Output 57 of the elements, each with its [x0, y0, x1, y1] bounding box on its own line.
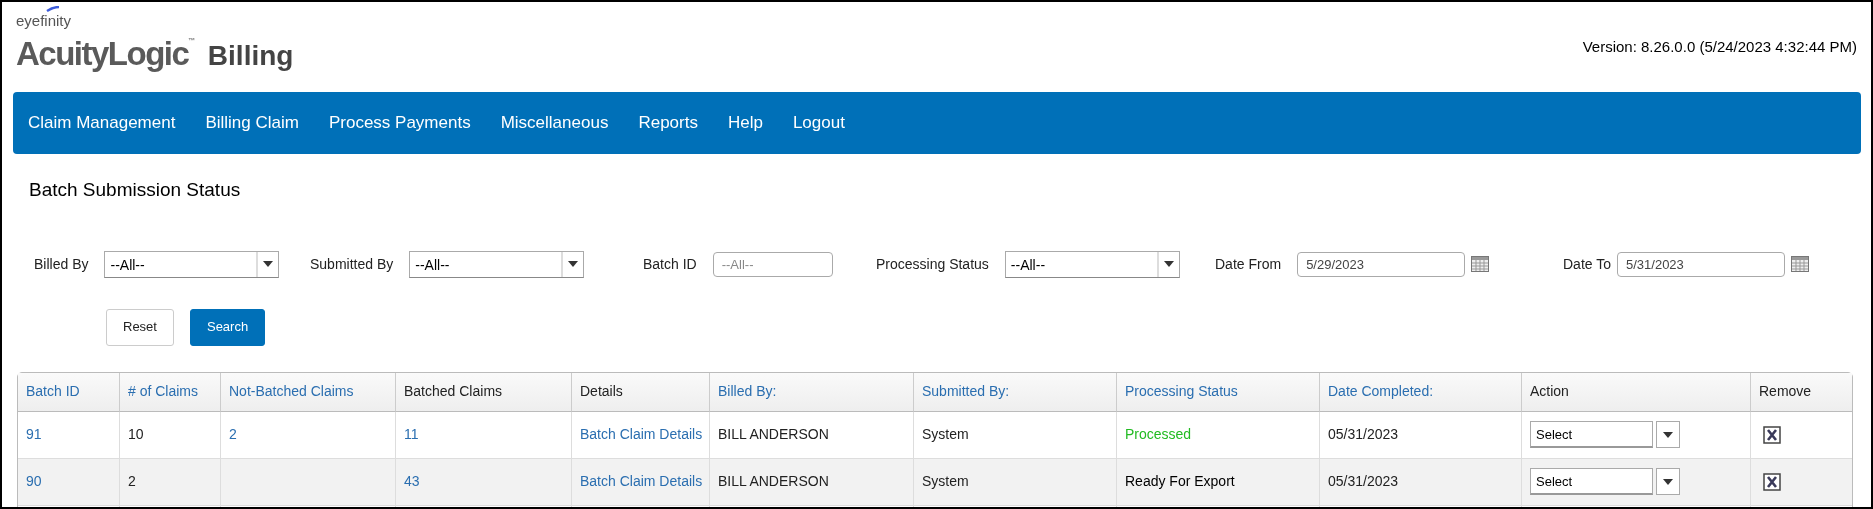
- caret-icon: [568, 261, 579, 267]
- caret-icon: [1663, 431, 1673, 438]
- nav-link[interactable]: Help: [727, 110, 776, 136]
- date-field[interactable]: 5/29/2023: [1297, 251, 1466, 277]
- table-cell: BILL ANDERSON: [718, 426, 829, 442]
- nav-link[interactable]: Reports: [638, 110, 711, 136]
- column-header: Remove: [1759, 383, 1812, 399]
- table-cell: BILL ANDERSON: [718, 473, 829, 489]
- caret-icon: [263, 261, 274, 267]
- app-title: Billing: [207, 41, 294, 70]
- batch-link[interactable]: 91: [26, 426, 42, 442]
- input-field[interactable]: --All--: [712, 251, 833, 277]
- table-cell: System: [922, 426, 969, 442]
- table-cell: 2: [128, 473, 136, 489]
- nav-link[interactable]: Claim Management: [28, 110, 189, 136]
- batch-link[interactable]: 90: [26, 473, 42, 489]
- page-title: Batch Submission Status: [29, 178, 242, 202]
- table-cell: 10: [128, 426, 144, 442]
- table-cell: 05/31/2023: [1328, 473, 1399, 489]
- tagline: eyefinity: [16, 10, 72, 33]
- field-label: Processing Status: [876, 254, 989, 274]
- calendar-icon[interactable]: [1791, 256, 1809, 272]
- field-label: Submitted By: [310, 254, 394, 274]
- remove-icon[interactable]: [1763, 473, 1781, 492]
- remove-icon[interactable]: [1763, 426, 1781, 445]
- dropdown[interactable]: --All--: [409, 250, 585, 278]
- column-header: Action: [1530, 383, 1569, 399]
- column-header: Details: [580, 383, 623, 399]
- column-header: Batched Claims: [404, 383, 503, 399]
- version-text: Version: 8.26.0.0 (5/24/2023 4:32:44 PM): [1582, 37, 1857, 57]
- dropdown[interactable]: --All--: [1004, 250, 1180, 278]
- claims-link[interactable]: 11: [404, 426, 419, 442]
- calendar-icon[interactable]: [1471, 256, 1490, 272]
- claims-link[interactable]: 43: [404, 473, 420, 489]
- nav-link[interactable]: Miscellaneous: [500, 110, 622, 136]
- caret-icon: [1163, 261, 1174, 267]
- field-label: Batch ID: [643, 254, 697, 274]
- field-label: Date To: [1563, 254, 1611, 274]
- reset-button[interactable]: Reset: [106, 308, 174, 346]
- date-field[interactable]: 5/31/2023: [1617, 251, 1785, 277]
- nav-link[interactable]: Billing Claim: [205, 110, 312, 136]
- caret-icon: [1663, 478, 1673, 485]
- table-cell: System: [922, 473, 969, 489]
- nav-link[interactable]: Logout: [792, 110, 858, 136]
- sort-link[interactable]: Billed By:: [718, 383, 777, 399]
- search-button[interactable]: Search: [189, 308, 266, 346]
- field-label: Date From: [1215, 254, 1282, 274]
- nav-link[interactable]: Process Payments: [328, 110, 484, 136]
- sort-link[interactable]: Submitted By:: [922, 383, 1010, 399]
- field-label: Billed By: [34, 254, 89, 274]
- claims-link[interactable]: 2: [229, 426, 237, 442]
- status-text: Processed: [1125, 426, 1192, 442]
- dropdown[interactable]: --All--: [104, 250, 280, 278]
- table-cell: 05/31/2023: [1328, 426, 1399, 442]
- status-text: Ready For Export: [1125, 473, 1235, 489]
- details-link[interactable]: Batch Claim Details: [580, 426, 703, 442]
- swoosh-icon: [46, 6, 60, 12]
